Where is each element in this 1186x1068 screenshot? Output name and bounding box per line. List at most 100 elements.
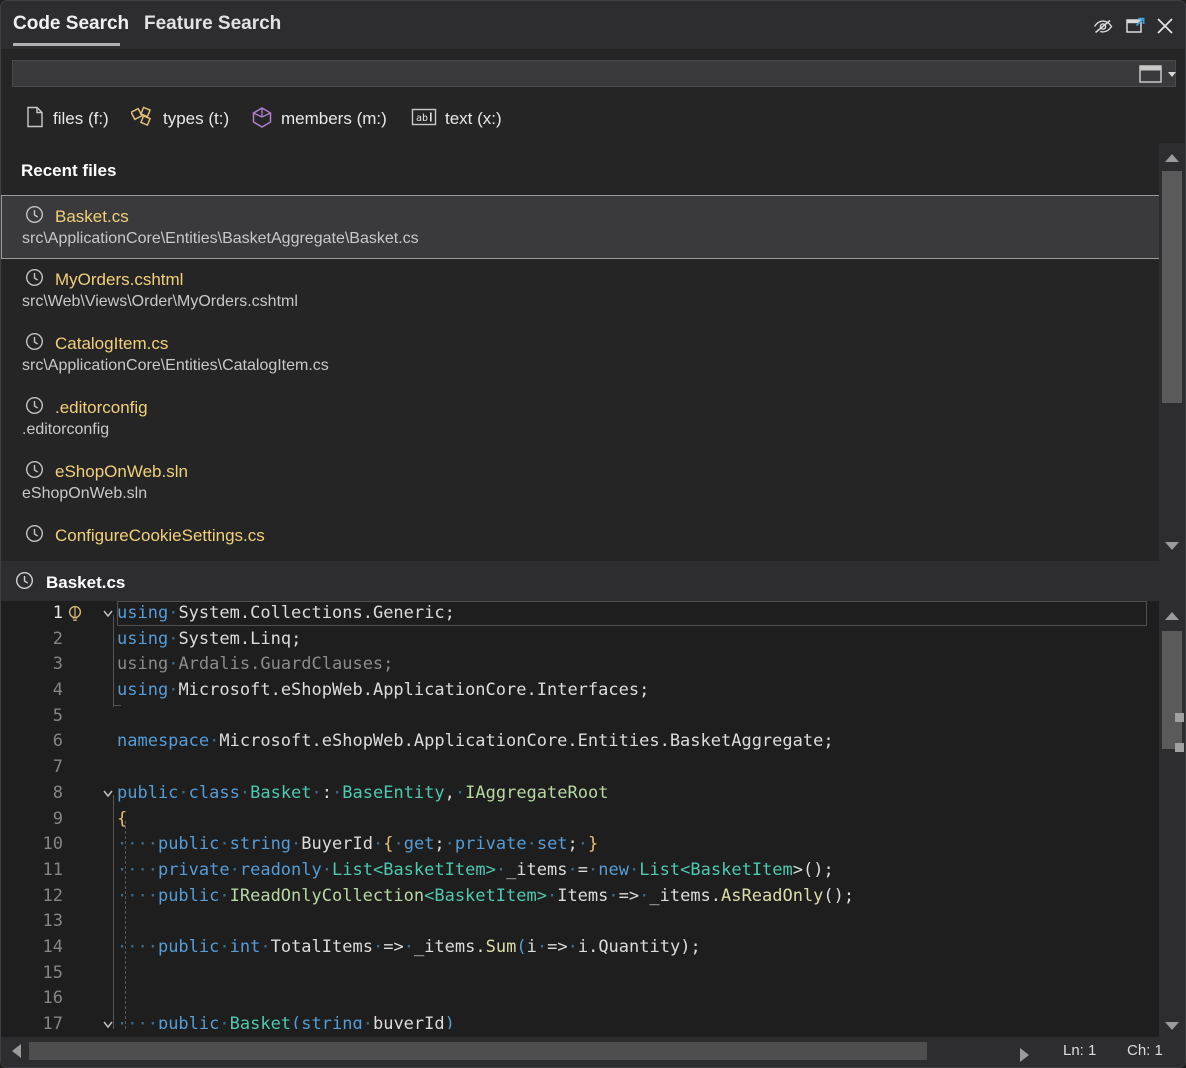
clock-icon	[15, 571, 34, 595]
code-line[interactable]: 12 ····public·IReadOnlyCollection<BasketI…	[1, 884, 1161, 910]
status-bar: Ln: 1 Ch: 1	[1, 1037, 1186, 1067]
code-line[interactable]: 17 ····public·Basket(string·buyerId)	[1, 1012, 1161, 1029]
code-line[interactable]: 14 ····public·int·TotalItems·=>·_items.Su…	[1, 935, 1161, 961]
code-line-text: using·Microsoft.eShopWeb.ApplicationCore…	[117, 678, 649, 704]
code-line[interactable]: 2 using·System.Linq;	[1, 627, 1161, 653]
results-pane: Recent files Basket.cs src\ApplicationCor…	[1, 143, 1186, 561]
indent-guide-foot	[113, 705, 121, 706]
results-list: Basket.cs src\ApplicationCore\Entities\Ba…	[1, 195, 1161, 561]
tab-code-search[interactable]: Code Search	[13, 13, 129, 35]
tab-feature-search[interactable]: Feature Search	[144, 13, 281, 35]
members-cube-icon	[251, 106, 273, 133]
code-line[interactable]: 5	[1, 704, 1161, 730]
status-line-indicator: Ln: 1	[1063, 1042, 1096, 1059]
result-item-name: MyOrders.cshtml	[55, 270, 183, 290]
clock-icon	[25, 268, 44, 292]
fold-chevron-icon[interactable]	[99, 1012, 117, 1029]
close-icon[interactable]	[1153, 14, 1177, 38]
code-line[interactable]: 15	[1, 961, 1161, 987]
code-scrollbar-thumb[interactable]	[1162, 631, 1182, 749]
code-line[interactable]: 7	[1, 755, 1161, 781]
result-item-path: eShopOnWeb.sln	[22, 485, 147, 503]
filter-chip-text[interactable]: ab text (x:)	[411, 107, 502, 131]
code-line[interactable]: 9{	[1, 807, 1161, 833]
code-line[interactable]: 3using·Ardalis.GuardClauses;	[1, 652, 1161, 678]
filter-chip-files[interactable]: files (f:)	[25, 107, 109, 131]
float-window-icon[interactable]	[1123, 14, 1147, 38]
result-item-name: Basket.cs	[55, 207, 129, 227]
search-row	[1, 49, 1186, 95]
line-number: 1	[1, 601, 63, 627]
preview-title: Basket.cs	[46, 573, 125, 593]
result-item-name: eShopOnWeb.sln	[55, 462, 188, 482]
search-input[interactable]	[12, 60, 1176, 87]
types-icon	[131, 106, 155, 133]
code-line[interactable]: 10····public·string·BuyerId·{·get;·priva…	[1, 832, 1161, 858]
result-item-path: src\ApplicationCore\Entities\BasketAggre…	[22, 230, 419, 248]
file-icon	[25, 106, 45, 133]
result-item-path: src\ApplicationCore\Entities\CatalogItem…	[22, 357, 329, 375]
lightbulb-icon[interactable]	[65, 604, 85, 624]
result-item[interactable]: MyOrders.cshtmlsrc\Web\Views\Order\MyOrd…	[1, 259, 1161, 323]
hscroll-thumb[interactable]	[29, 1042, 927, 1060]
code-scroll-marker	[1175, 713, 1184, 722]
code-line-text: namespace·Microsoft.eShopWeb.Application…	[117, 729, 834, 755]
result-item[interactable]: ConfigureCookieSettings.cs	[1, 515, 1161, 561]
line-number: 5	[1, 704, 63, 730]
results-scroll-up-button[interactable]	[1159, 147, 1185, 169]
result-item-name: .editorconfig	[55, 398, 148, 418]
code-line-text: ····public·IReadOnlyCollection<BasketIte…	[117, 884, 854, 910]
code-line-text: ····public·int·TotalItems·=>·_items.Sum(…	[117, 935, 701, 961]
indent-guide	[113, 615, 114, 707]
line-number: 15	[1, 961, 63, 987]
result-item-name: CatalogItem.cs	[55, 334, 168, 354]
clock-icon	[25, 205, 44, 229]
result-item[interactable]: eShopOnWeb.sln eShopOnWeb.sln	[1, 451, 1161, 515]
text-ab-icon: ab	[411, 107, 437, 132]
line-number: 14	[1, 935, 63, 961]
code-line-text: ····public·string·BuyerId·{·get;·private…	[117, 832, 598, 858]
line-number: 12	[1, 884, 63, 910]
filter-chip-types-label: types (t:)	[163, 109, 229, 129]
results-scrollbar-thumb[interactable]	[1162, 171, 1182, 403]
code-line[interactable]: 6namespace·Microsoft.eShopWeb.Applicatio…	[1, 729, 1161, 755]
indent-guide	[113, 795, 114, 1029]
line-number: 11	[1, 858, 63, 884]
result-item-path: .editorconfig	[22, 421, 109, 439]
code-preview-editor[interactable]: 1using·System.Collections.Generic;2 using…	[1, 601, 1161, 1029]
code-scroll-down-button[interactable]	[1159, 1015, 1185, 1037]
search-scope-dropdown[interactable]	[1137, 63, 1181, 85]
hscroll-right-button[interactable]	[1013, 1044, 1035, 1066]
code-line-text: public·class·Basket·:·BaseEntity,·IAggre…	[117, 781, 608, 807]
line-number: 17	[1, 1012, 63, 1029]
filter-chip-types[interactable]: types (t:)	[131, 107, 229, 131]
code-search-dialog: Code Search Feature Search	[0, 0, 1186, 1068]
code-line[interactable]: 11····private·readonly·List<BasketItem>·…	[1, 858, 1161, 884]
clock-icon	[25, 396, 44, 420]
results-scroll-down-button[interactable]	[1159, 535, 1185, 557]
code-line-text: ····public·Basket(string·buyerId)	[117, 1012, 455, 1029]
result-item[interactable]: CatalogItem.cs src\ApplicationCore\Entiti…	[1, 323, 1161, 387]
code-scroll-up-button[interactable]	[1159, 605, 1185, 627]
hide-preview-icon[interactable]	[1091, 14, 1115, 38]
code-scroll-marker	[1175, 743, 1184, 752]
code-line[interactable]: 1using·System.Collections.Generic;	[1, 601, 1161, 627]
code-scrollbar[interactable]	[1159, 601, 1185, 1041]
code-line[interactable]: 8public·class·Basket·:·BaseEntity,·IAggr…	[1, 781, 1161, 807]
line-number: 9	[1, 807, 63, 833]
hscroll-left-button[interactable]	[5, 1040, 27, 1062]
result-item[interactable]: .editorconfig .editorconfig	[1, 387, 1161, 451]
clock-icon	[25, 524, 44, 548]
clock-icon	[25, 460, 44, 484]
code-line[interactable]: 4using·Microsoft.eShopWeb.ApplicationCor…	[1, 678, 1161, 704]
code-line[interactable]: 13	[1, 909, 1161, 935]
filter-chip-members[interactable]: members (m:)	[251, 107, 387, 131]
results-group-header: Recent files	[21, 161, 116, 181]
active-tab-indicator	[13, 43, 120, 46]
code-line[interactable]: 16	[1, 986, 1161, 1012]
result-item[interactable]: Basket.cs src\ApplicationCore\Entities\Ba…	[1, 195, 1161, 259]
horizontal-scrollbar[interactable]	[5, 1040, 1029, 1062]
line-number: 2	[1, 627, 63, 653]
results-scrollbar[interactable]	[1159, 143, 1185, 561]
code-line-text: using·System.Linq;	[117, 627, 301, 653]
